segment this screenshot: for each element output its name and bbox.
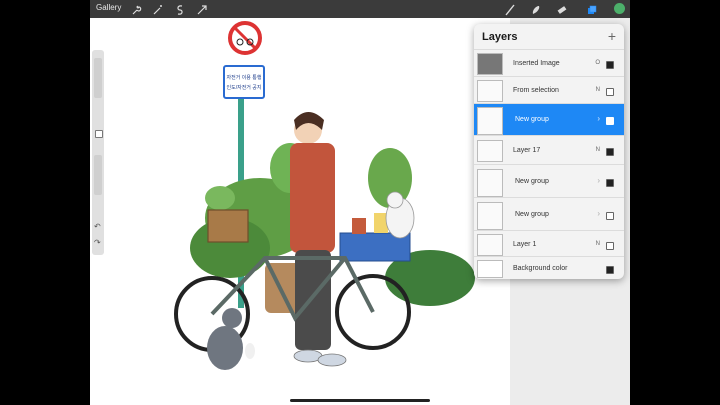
left-sidebar: ↶ ↷	[92, 50, 104, 255]
redo-icon[interactable]: ↷	[94, 238, 101, 247]
chevron-right-icon[interactable]: ›	[597, 176, 600, 185]
layers-panel: Layers + Inserted Image O From selection…	[474, 24, 624, 279]
layer-row[interactable]: Layer 17 N	[474, 135, 624, 165]
layer-row[interactable]: From selection N	[474, 76, 624, 104]
layer-name: Layer 17	[513, 147, 541, 154]
opacity-slider[interactable]	[94, 155, 102, 195]
layer-row[interactable]: Layer 1 N	[474, 230, 624, 257]
blend-mode[interactable]: N	[596, 87, 600, 93]
layer-name: New group	[515, 116, 549, 123]
brush-icon[interactable]	[504, 3, 516, 16]
visibility-checkbox[interactable]	[606, 61, 614, 69]
visibility-checkbox[interactable]	[606, 179, 614, 187]
layer-thumbnail	[477, 169, 503, 197]
modify-button[interactable]	[95, 130, 103, 138]
visibility-checkbox[interactable]	[606, 212, 614, 220]
layer-thumbnail	[477, 234, 503, 256]
layer-name: Layer 1	[513, 241, 537, 248]
procreate-app: Gallery 자전거 이용 통행 인도/자전거 공지 ↶ ↷ Layers +…	[90, 0, 630, 405]
selection-icon[interactable]	[174, 3, 186, 15]
layer-name: Inserted Image	[513, 60, 560, 67]
layer-thumbnail	[477, 140, 503, 162]
chevron-right-icon[interactable]: ›	[597, 114, 600, 123]
visibility-checkbox[interactable]	[606, 242, 614, 250]
top-toolbar: Gallery	[90, 0, 630, 18]
layer-row[interactable]: Background color	[474, 256, 624, 280]
layer-group-row[interactable]: New group ›	[474, 164, 624, 198]
home-indicator	[290, 399, 430, 402]
visibility-checkbox[interactable]	[606, 266, 614, 274]
layers-icon[interactable]	[586, 3, 598, 15]
chevron-right-icon[interactable]: ›	[597, 209, 600, 218]
layer-name: New group	[515, 178, 549, 185]
layer-row[interactable]: Inserted Image O	[474, 49, 624, 77]
sign-text-line-1: 자전거 이용 통행	[227, 74, 262, 81]
layers-title: Layers	[482, 31, 518, 43]
layer-thumbnail	[477, 107, 503, 135]
canvas[interactable]: 자전거 이용 통행 인도/자전거 공지	[90, 18, 510, 405]
layer-thumbnail	[477, 53, 503, 75]
layer-name: Background color	[513, 265, 568, 272]
smudge-icon[interactable]	[530, 3, 542, 15]
layer-name: New group	[515, 211, 549, 218]
layer-thumbnail	[477, 202, 503, 230]
layer-group-row[interactable]: New group ›	[474, 197, 624, 231]
transform-arrow-icon[interactable]	[196, 3, 208, 15]
sign-text-line-2: 인도/자전거 공지	[227, 84, 262, 91]
color-picker-button[interactable]	[614, 3, 625, 14]
layer-group-row[interactable]: New group ›	[474, 103, 624, 136]
brush-size-slider[interactable]	[94, 58, 102, 98]
visibility-checkbox[interactable]	[606, 148, 614, 156]
gallery-button[interactable]: Gallery	[96, 3, 121, 12]
magic-wand-icon[interactable]	[152, 3, 164, 15]
layer-thumbnail	[477, 80, 503, 102]
eraser-icon[interactable]	[556, 3, 568, 15]
blend-mode[interactable]: O	[595, 60, 600, 66]
layer-name: From selection	[513, 87, 559, 94]
layer-thumbnail	[477, 260, 503, 278]
blend-mode[interactable]: N	[596, 241, 600, 247]
visibility-checkbox[interactable]	[606, 117, 614, 125]
plus-icon[interactable]: +	[608, 28, 616, 44]
undo-icon[interactable]: ↶	[94, 222, 101, 231]
illustration: 자전거 이용 통행 인도/자전거 공지	[174, 21, 475, 370]
blend-mode[interactable]: N	[596, 147, 600, 153]
wrench-icon[interactable]	[130, 3, 142, 15]
visibility-checkbox[interactable]	[606, 88, 614, 96]
